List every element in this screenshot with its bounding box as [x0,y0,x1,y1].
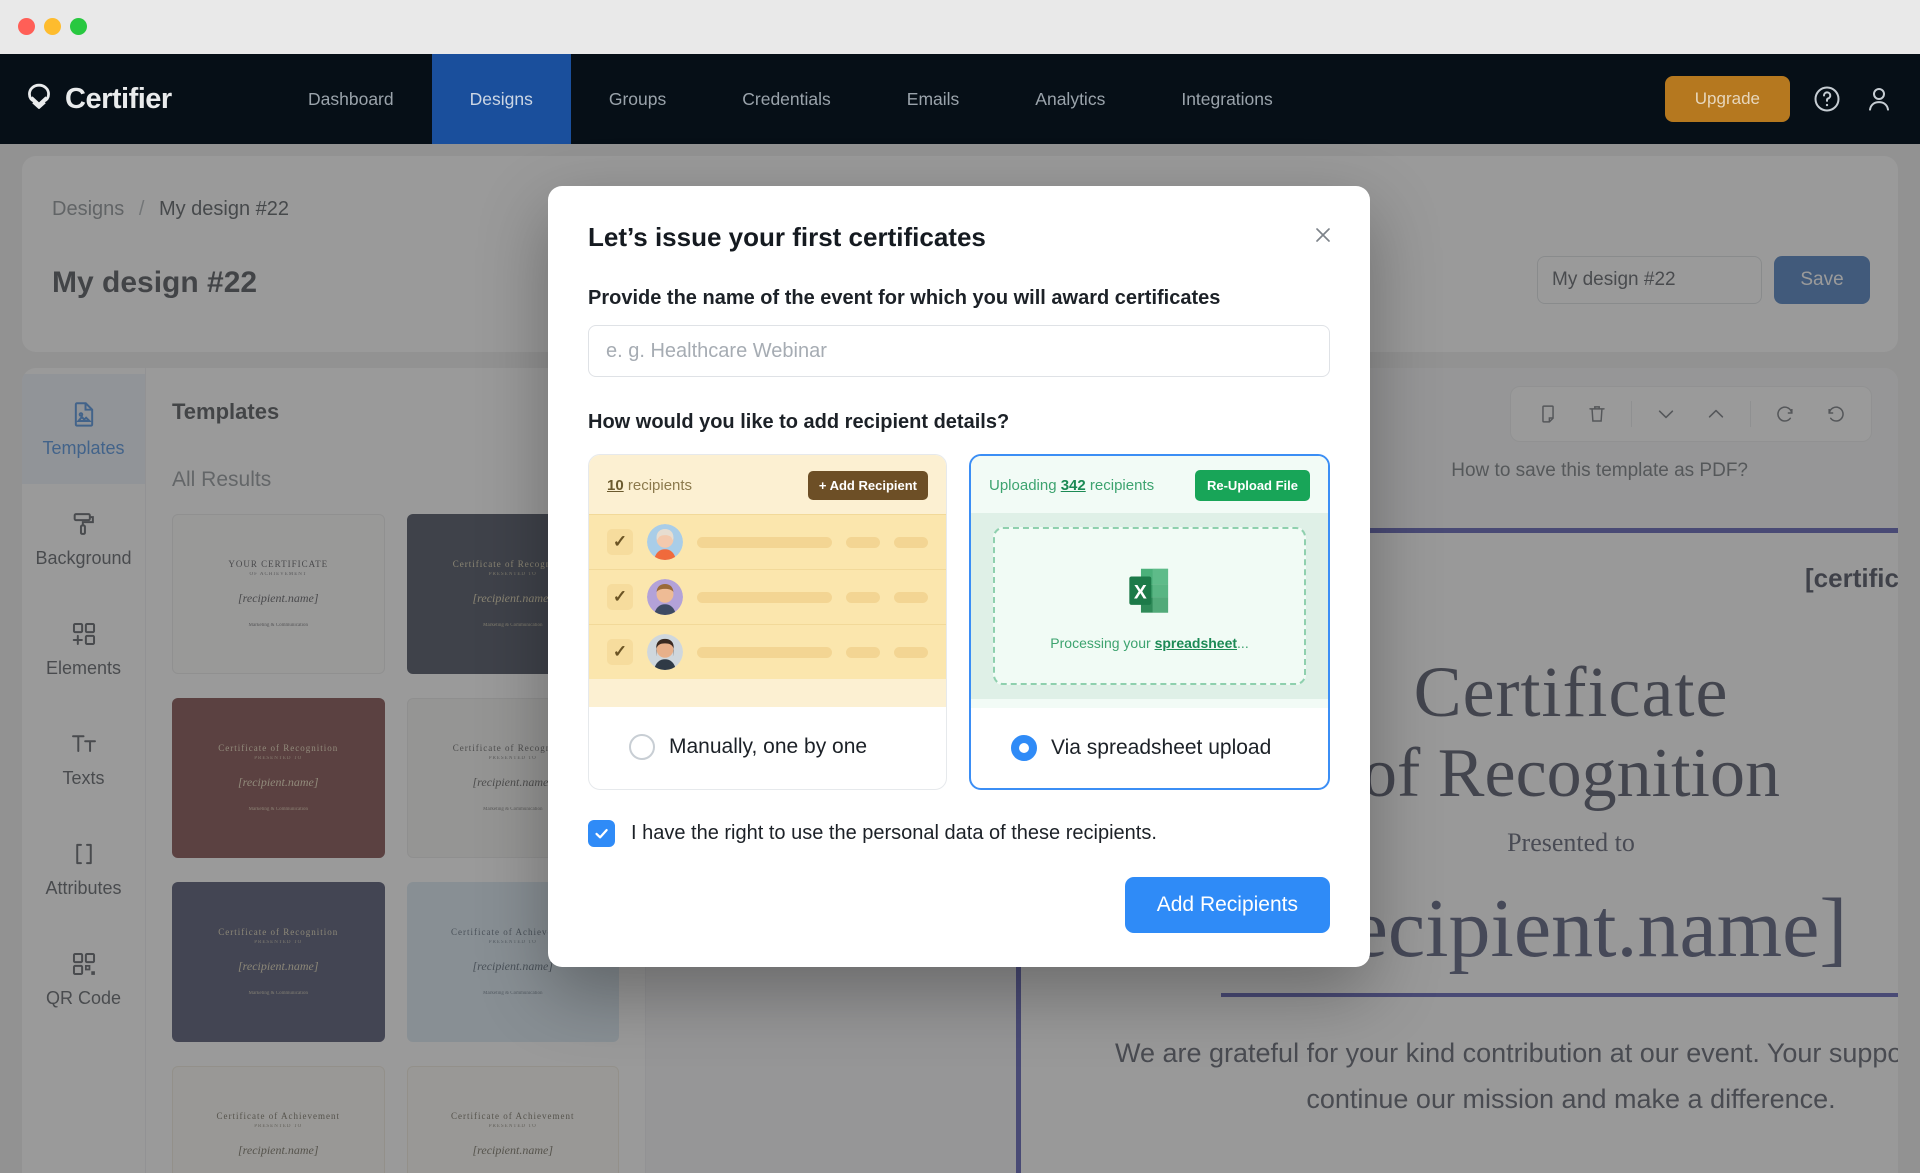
manual-recipient-count: 10 recipients [607,477,692,494]
recipients-question-label: How would you like to add recipient deta… [588,411,1010,433]
app-window: Certifier Dashboard Designs Groups Crede… [0,0,1920,1173]
row-checkbox-icon[interactable]: ✓ [607,529,633,555]
brand-name: Certifier [65,82,172,115]
row-placeholder-bar [697,591,832,603]
consent-label: I have the right to use the personal dat… [631,822,1157,844]
uploading-suffix: recipients [1085,477,1155,494]
uploading-prefix: Uploading [989,477,1061,494]
window-traffic-lights [18,18,87,35]
add-recipient-button[interactable]: + Add Recipient [807,471,928,500]
nav-item-integrations[interactable]: Integrations [1143,54,1310,144]
recipient-method-options: 10 recipients + Add Recipient ✓ ✓ ✓ Manu… [588,454,1330,790]
certifier-logo-icon [28,83,50,109]
upgrade-button[interactable]: Upgrade [1664,76,1790,122]
row-checkbox-icon[interactable]: ✓ [607,584,633,610]
spreadsheet-recipient-count: Uploading 342 recipients [989,477,1154,494]
row-placeholder-bar [697,646,832,658]
nav-item-groups[interactable]: Groups [571,54,704,144]
close-window-button[interactable] [18,18,35,35]
re-upload-file-button[interactable]: Re-Upload File [1194,470,1310,501]
svg-text:X: X [1133,581,1146,603]
event-name-label: Provide the name of the event for which … [588,287,1221,309]
consent-checkbox[interactable] [588,820,615,847]
option-spreadsheet[interactable]: Uploading 342 recipients Re-Upload File [969,454,1330,790]
nav-right-actions: Upgrade [1664,54,1920,144]
close-icon [1316,228,1330,242]
check-icon [595,828,608,839]
excel-file-icon: X [1128,568,1168,613]
issue-certificates-modal: Let’s issue your first certificates Prov… [548,186,1370,967]
avatar-illustration-icon [647,524,683,560]
option-manual-label: Manually, one by one [669,735,868,758]
processing-suffix: ... [1237,635,1249,651]
uploading-count-number: 342 [1060,477,1086,494]
modal-title: Let’s issue your first certificates [588,222,986,252]
row-placeholder-bar [697,536,832,548]
modal-actions: Add Recipients [588,877,1330,933]
add-recipients-button[interactable]: Add Recipients [1124,877,1330,933]
consent-row[interactable]: I have the right to use the personal dat… [588,820,1330,847]
manual-preview-header: 10 recipients + Add Recipient [589,455,946,514]
avatar [647,579,683,615]
option-manual[interactable]: 10 recipients + Add Recipient ✓ ✓ ✓ Manu… [588,454,947,790]
option-spreadsheet-footer[interactable]: Via spreadsheet upload [971,708,1328,788]
row-placeholder-bar [894,536,928,548]
manual-preview: 10 recipients + Add Recipient ✓ ✓ ✓ [589,455,946,707]
radio-spreadsheet[interactable] [1011,735,1037,761]
nav-item-analytics[interactable]: Analytics [997,54,1143,144]
radio-manual[interactable] [629,734,655,760]
nav-item-emails[interactable]: Emails [869,54,998,144]
manual-recipient-count-suffix: recipients [623,477,693,494]
close-modal-button[interactable] [1306,218,1340,252]
avatar [647,524,683,560]
avatar [647,634,683,670]
brand-logo-area[interactable]: Certifier [0,54,270,144]
minimize-window-button[interactable] [44,18,61,35]
avatar-illustration-icon [647,634,683,670]
nav-item-designs[interactable]: Designs [431,54,571,144]
zoom-window-button[interactable] [70,18,87,35]
processing-caption: Processing your spreadsheet... [1050,635,1248,651]
row-placeholder-bar [894,646,928,658]
row-checkbox-icon[interactable]: ✓ [607,639,633,665]
row-placeholder-bar [846,646,880,658]
window-titlebar [0,0,1920,54]
nav-item-dashboard[interactable]: Dashboard [270,54,432,144]
row-placeholder-bar [846,591,880,603]
manual-recipient-row: ✓ [589,569,946,624]
row-placeholder-bar [894,591,928,603]
spreadsheet-preview: Uploading 342 recipients Re-Upload File [971,456,1328,708]
manual-recipient-count-number: 10 [607,477,624,494]
spreadsheet-dropzone-area: X Processing your spreadsheet... [971,513,1328,699]
row-placeholder-bar [846,536,880,548]
manual-recipient-row: ✓ [589,514,946,569]
processing-link[interactable]: spreadsheet [1155,635,1237,651]
nav-items: Dashboard Designs Groups Credentials Ema… [270,54,1311,144]
manual-recipient-row: ✓ [589,624,946,679]
option-spreadsheet-label: Via spreadsheet upload [1051,736,1272,759]
help-circle-icon[interactable] [1812,84,1842,114]
user-icon[interactable] [1864,84,1894,114]
spreadsheet-dropzone[interactable]: X Processing your spreadsheet... [993,527,1306,685]
spreadsheet-preview-header: Uploading 342 recipients Re-Upload File [971,456,1328,513]
avatar-illustration-icon [647,579,683,615]
event-name-input[interactable] [588,325,1330,377]
option-manual-footer[interactable]: Manually, one by one [589,707,946,787]
top-navigation: Certifier Dashboard Designs Groups Crede… [0,54,1920,144]
nav-item-credentials[interactable]: Credentials [704,54,869,144]
processing-prefix: Processing your [1050,635,1155,651]
